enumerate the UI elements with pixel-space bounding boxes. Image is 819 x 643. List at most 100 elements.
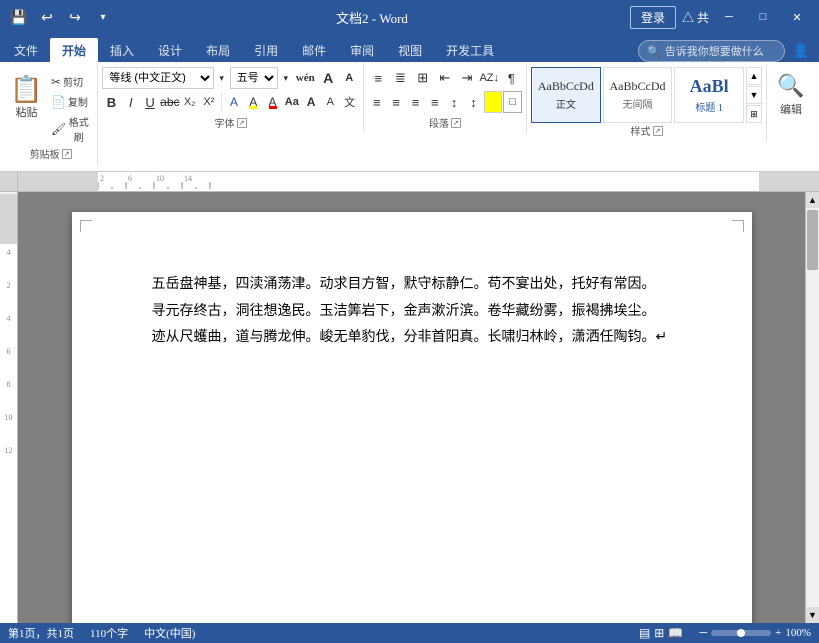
scrollbar-thumb[interactable] [807, 210, 818, 270]
font-size-select[interactable]: 五号 [230, 67, 278, 89]
paste-button[interactable]: 📋 粘贴 [8, 70, 45, 126]
font-name-select[interactable]: 等线 (中文正文) [102, 67, 213, 89]
font-phonetic-button[interactable]: 文 [340, 91, 358, 113]
print-layout-icon[interactable]: ▤ [639, 626, 650, 641]
svg-text:2: 2 [100, 174, 104, 183]
bold-button[interactable]: B [102, 91, 120, 113]
font-shrink-button[interactable]: A [340, 67, 359, 89]
minimize-button[interactable]: ─ [715, 7, 743, 27]
editing-group: 🔍 编辑 [767, 64, 815, 126]
subscript-button[interactable]: X₂ [181, 91, 199, 113]
close-button[interactable]: ✕ [783, 7, 811, 27]
font-name-dropdown[interactable]: ▾ [216, 67, 228, 89]
zoom-slider[interactable] [711, 630, 771, 636]
style-item-none[interactable]: AaBbCcDd 无间隔 [603, 67, 673, 123]
strikethrough-button[interactable]: abc [160, 91, 179, 113]
svg-text:14: 14 [184, 174, 192, 183]
login-button[interactable]: 登录 [630, 6, 676, 29]
tab-home[interactable]: 开始 [50, 38, 98, 62]
paragraph-expand-icon[interactable]: ↗ [451, 118, 461, 128]
tab-references[interactable]: 引用 [242, 38, 290, 62]
tab-file[interactable]: 文件 [2, 38, 50, 62]
find-button[interactable]: 🔍 编辑 [769, 67, 813, 123]
font-compact-a-button[interactable]: A [321, 91, 339, 113]
save-button[interactable]: 💾 [8, 6, 30, 28]
line-spacing-button[interactable]: ↕ [464, 91, 482, 113]
user-label: △ 共 [682, 9, 709, 26]
ruler-svg: 2 6 10 14 [98, 172, 759, 189]
font-grow-button[interactable]: A [319, 67, 338, 89]
tab-insert[interactable]: 插入 [98, 38, 146, 62]
underline-button[interactable]: U [141, 91, 159, 113]
copy-button[interactable]: 📄 复制 [47, 92, 93, 111]
align-left-button[interactable]: ≡ [368, 91, 386, 113]
style-item-normal[interactable]: AaBbCcDd 正文 [531, 67, 601, 123]
styles-scroll-down[interactable]: ▼ [746, 86, 762, 104]
shading-button[interactable] [484, 91, 503, 113]
tab-devtools[interactable]: 开发工具 [434, 38, 506, 62]
multi-level-list-button[interactable]: ⊞ [412, 67, 433, 89]
text-direction-button[interactable]: ↕ [445, 91, 463, 113]
style-item-h1[interactable]: AaBl 标题 1 [674, 67, 744, 123]
highlight-a: A [249, 95, 257, 109]
font-expand-icon[interactable]: ↗ [237, 118, 247, 128]
format-painter-button[interactable]: 🖌 格式刷 [47, 112, 93, 146]
format-painter-icon: 🖌 [51, 122, 66, 136]
document-content[interactable]: 五岳盘神基，四渎涌荡津。动求目方智，默守标静仁。苟不宴出处，托好有常因。 寻元存… [152, 272, 672, 352]
decrease-indent-button[interactable]: ⇤ [434, 67, 455, 89]
numbered-list-button[interactable]: ≣ [390, 67, 411, 89]
web-layout-icon[interactable]: ⊞ [654, 626, 664, 641]
scrollbar-track[interactable] [806, 208, 819, 607]
italic-button[interactable]: I [122, 91, 140, 113]
styles-group-label: 样式 ↗ [531, 123, 762, 139]
tab-layout[interactable]: 布局 [194, 38, 242, 62]
increase-indent-button[interactable]: ⇥ [456, 67, 477, 89]
tab-mail[interactable]: 邮件 [290, 38, 338, 62]
font-color-button[interactable]: A [263, 91, 281, 113]
scroll-down-button[interactable]: ▼ [806, 607, 819, 623]
font-size-dropdown[interactable]: ▾ [280, 67, 292, 89]
highlight-color-button[interactable]: A [244, 91, 262, 113]
user-icon: 👤 [793, 43, 809, 59]
tab-review[interactable]: 审阅 [338, 38, 386, 62]
font-aa-button[interactable]: Aa [283, 91, 301, 113]
status-bar: 第1页，共1页 110个字 中文(中国) ▤ ⊞ 📖 ─ + 100% [0, 623, 819, 643]
align-right-button[interactable]: ≡ [406, 91, 424, 113]
font-expand-a-button[interactable]: A [302, 91, 320, 113]
document-area[interactable]: 五岳盘神基，四渎涌荡津。动求目方智，默守标静仁。苟不宴出处，托好有常因。 寻元存… [18, 192, 805, 623]
styles-expand-icon[interactable]: ↗ [653, 126, 663, 136]
border-button[interactable]: □ [503, 91, 522, 113]
superscript-button[interactable]: X² [200, 91, 218, 113]
tab-view[interactable]: 视图 [386, 38, 434, 62]
clipboard-expand-icon[interactable]: ↗ [62, 149, 72, 159]
zoom-in-button[interactable]: + [775, 627, 781, 639]
sort-button[interactable]: AZ↓ [479, 67, 500, 89]
vertical-scrollbar[interactable]: ▲ ▼ [805, 192, 819, 623]
svg-text:6: 6 [128, 174, 132, 183]
cut-button[interactable]: ✂ 剪切 [47, 72, 93, 91]
text-effects-button[interactable]: A [225, 91, 243, 113]
scroll-up-button[interactable]: ▲ [806, 192, 819, 208]
justify-button[interactable]: ≡ [426, 91, 444, 113]
align-center-button[interactable]: ≡ [387, 91, 405, 113]
zoom-out-button[interactable]: ─ [699, 627, 707, 639]
para-row1: ≡ ≣ ⊞ ⇤ ⇥ AZ↓ ¶ [368, 67, 522, 89]
styles-more[interactable]: ⊞ [746, 105, 762, 123]
more-qat-button[interactable]: ▾ [92, 6, 114, 28]
redo-button[interactable]: ↪ [64, 6, 86, 28]
view-icons: ▤ ⊞ 📖 [639, 626, 683, 641]
read-mode-icon[interactable]: 📖 [668, 626, 683, 641]
v-ruler-top-margin [0, 194, 17, 244]
styles-scroll-up[interactable]: ▲ [746, 67, 762, 85]
editing-label: 编辑 [780, 101, 802, 117]
maximize-button[interactable]: □ [749, 7, 777, 27]
zoom-slider-thumb[interactable] [737, 629, 745, 637]
tab-design[interactable]: 设计 [146, 38, 194, 62]
font-separator [221, 93, 222, 111]
show-marks-button[interactable]: ¶ [501, 67, 522, 89]
cut-icon: ✂ [51, 75, 61, 89]
bullets-button[interactable]: ≡ [368, 67, 389, 89]
ribbon-search-box[interactable]: 🔍 告诉我你想要做什么 [638, 40, 785, 62]
undo-button[interactable]: ↩ [36, 6, 58, 28]
ruler-bar: 2 6 10 14 [18, 172, 819, 191]
